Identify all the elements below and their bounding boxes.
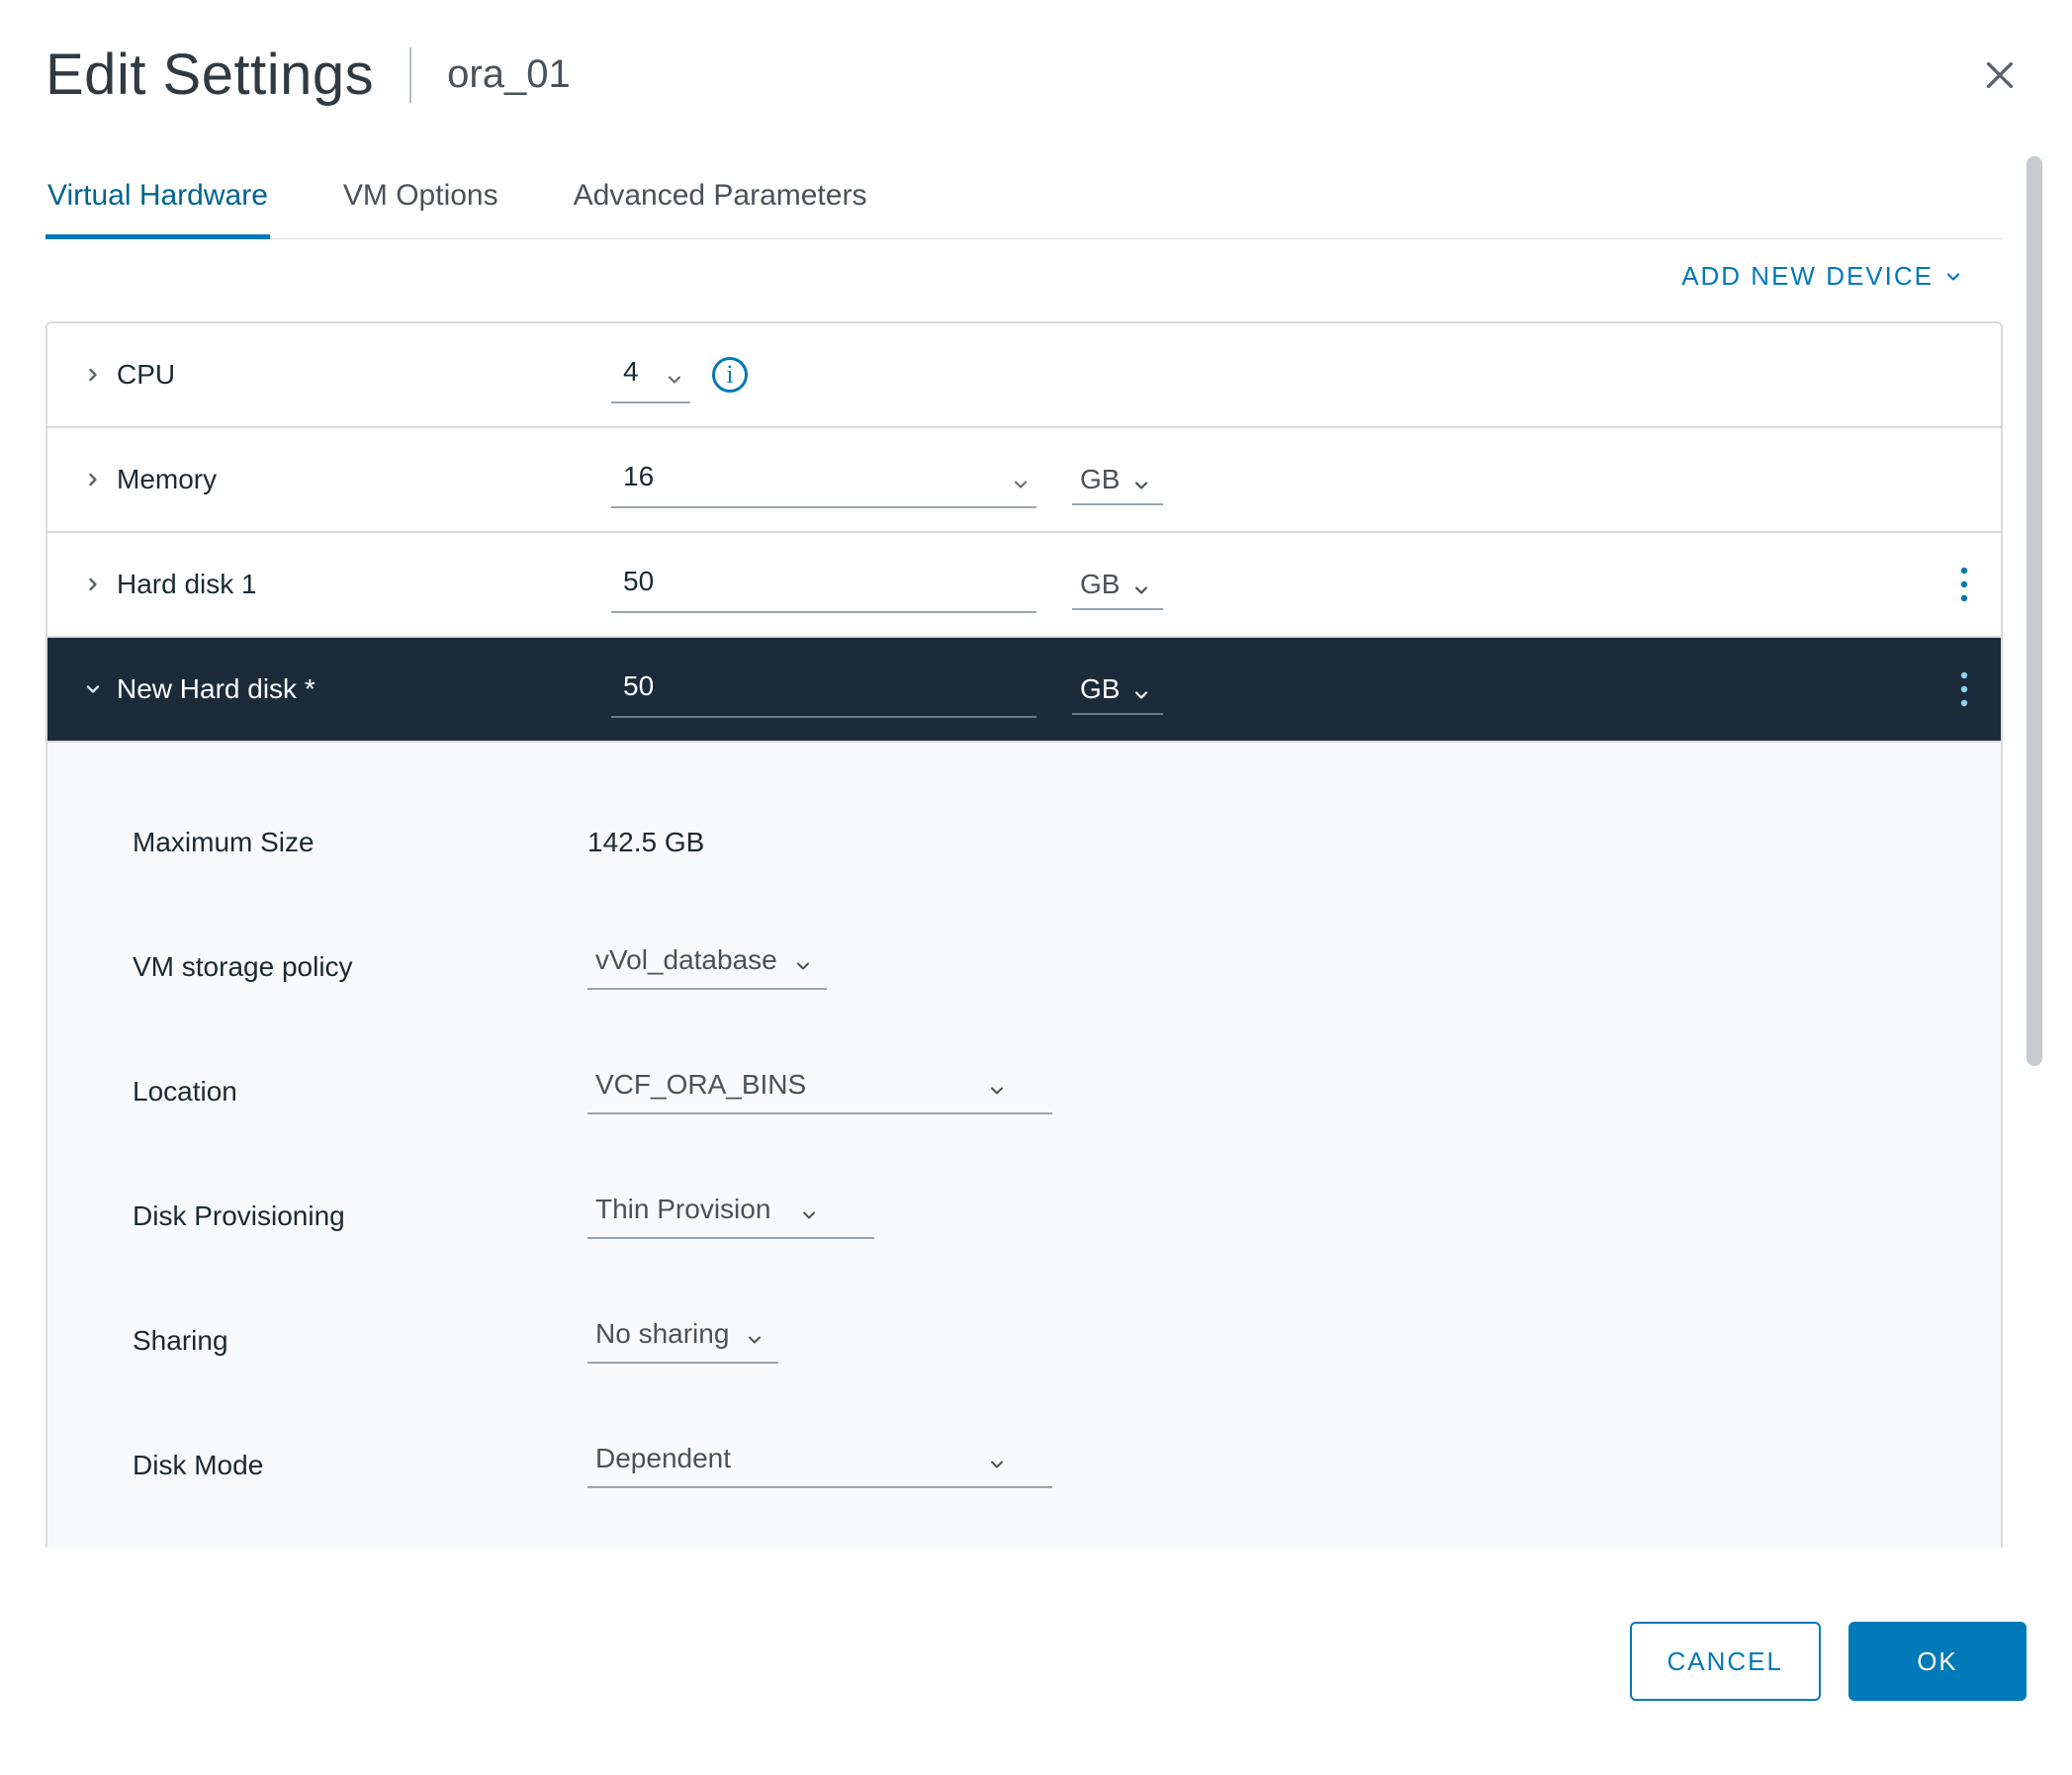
kebab-icon bbox=[1959, 565, 1969, 604]
chevron-right-icon bbox=[83, 575, 103, 594]
new-hdd-unit-select[interactable]: GB bbox=[1072, 664, 1163, 715]
maximum-size-label: Maximum Size bbox=[133, 827, 587, 858]
cpu-label: CPU bbox=[117, 359, 611, 391]
add-new-device-label: ADD NEW DEVICE bbox=[1681, 261, 1934, 292]
hdd1-actions[interactable] bbox=[1959, 565, 1969, 604]
storage-policy-select[interactable]: vVol_database bbox=[587, 944, 827, 990]
storage-policy-value: vVol_database bbox=[595, 944, 777, 976]
location-label: Location bbox=[133, 1076, 587, 1108]
detail-storage-policy: VM storage policy vVol_database bbox=[133, 905, 1934, 1029]
chevron-down-icon bbox=[987, 1455, 1007, 1474]
maximum-size-value: 142.5 GB bbox=[587, 827, 704, 858]
info-icon[interactable]: i bbox=[712, 357, 748, 393]
toolbar: ADD NEW DEVICE bbox=[45, 239, 2003, 321]
sharing-value: No sharing bbox=[595, 1318, 729, 1350]
sharing-select[interactable]: No sharing bbox=[587, 1318, 778, 1364]
chevron-down-icon bbox=[1943, 267, 1963, 287]
chevron-down-icon bbox=[987, 1081, 1007, 1101]
chevron-right-icon bbox=[83, 470, 103, 489]
collapse-new-hdd[interactable] bbox=[77, 673, 109, 705]
disk-mode-value: Dependent bbox=[595, 1443, 971, 1474]
disk-mode-select[interactable]: Dependent bbox=[587, 1443, 1052, 1488]
expand-memory[interactable] bbox=[77, 464, 109, 495]
title-divider bbox=[409, 47, 411, 103]
dialog-header: Edit Settings ora_01 bbox=[0, 0, 2072, 118]
tabs: Virtual Hardware VM Options Advanced Par… bbox=[45, 163, 2003, 239]
row-hard-disk-1: Hard disk 1 GB bbox=[47, 533, 2001, 638]
location-value: VCF_ORA_BINS bbox=[595, 1069, 971, 1101]
disk-provisioning-value: Thin Provision bbox=[595, 1194, 783, 1225]
chevron-down-icon bbox=[793, 956, 813, 976]
close-icon bbox=[1983, 58, 2017, 92]
detail-location: Location VCF_ORA_BINS bbox=[133, 1029, 1934, 1154]
hdd1-unit: GB bbox=[1080, 569, 1120, 600]
memory-label: Memory bbox=[117, 464, 611, 495]
new-hdd-input[interactable] bbox=[611, 661, 1036, 718]
cpu-select[interactable] bbox=[611, 346, 690, 403]
memory-value-wrap[interactable] bbox=[611, 451, 1036, 508]
chevron-down-icon bbox=[1131, 685, 1151, 705]
dialog-context-name: ora_01 bbox=[447, 52, 571, 97]
tab-virtual-hardware[interactable]: Virtual Hardware bbox=[45, 163, 270, 238]
chevron-down-icon bbox=[745, 1330, 765, 1350]
new-hdd-actions[interactable] bbox=[1959, 669, 1969, 709]
row-new-hard-disk: New Hard disk * GB bbox=[47, 638, 2001, 743]
hdd1-unit-select[interactable]: GB bbox=[1072, 559, 1163, 610]
kebab-icon bbox=[1959, 669, 1969, 709]
location-select[interactable]: VCF_ORA_BINS bbox=[587, 1069, 1052, 1114]
tab-advanced-parameters[interactable]: Advanced Parameters bbox=[572, 163, 869, 238]
expand-cpu[interactable] bbox=[77, 359, 109, 391]
scroll-area: Virtual Hardware VM Options Advanced Par… bbox=[45, 163, 2003, 1548]
chevron-down-icon bbox=[1131, 580, 1151, 600]
tab-vm-options[interactable]: VM Options bbox=[341, 163, 500, 238]
new-hdd-unit: GB bbox=[1080, 673, 1120, 705]
storage-policy-label: VM storage policy bbox=[133, 951, 587, 983]
detail-sharing: Sharing No sharing bbox=[133, 1279, 1934, 1403]
add-new-device-button[interactable]: ADD NEW DEVICE bbox=[1681, 261, 1963, 292]
chevron-down-icon bbox=[799, 1205, 819, 1225]
detail-disk-mode: Disk Mode Dependent bbox=[133, 1403, 1934, 1528]
chevron-down-icon bbox=[1131, 476, 1151, 495]
expand-hdd1[interactable] bbox=[77, 569, 109, 600]
sharing-label: Sharing bbox=[133, 1325, 587, 1357]
row-memory: Memory GB bbox=[47, 428, 2001, 533]
detail-disk-provisioning: Disk Provisioning Thin Provision bbox=[133, 1154, 1934, 1279]
hdd1-input[interactable] bbox=[611, 556, 1036, 613]
memory-input[interactable] bbox=[611, 451, 1036, 508]
memory-unit: GB bbox=[1080, 464, 1120, 495]
scrollbar[interactable] bbox=[2027, 156, 2042, 1548]
cpu-value[interactable] bbox=[611, 346, 690, 403]
hdd1-value-wrap bbox=[611, 556, 1036, 613]
chevron-right-icon bbox=[83, 365, 103, 385]
detail-max-size: Maximum Size 142.5 GB bbox=[133, 780, 1934, 905]
disk-provisioning-select[interactable]: Thin Provision bbox=[587, 1194, 874, 1239]
dialog-footer: CANCEL OK bbox=[0, 1587, 2072, 1775]
hdd1-label: Hard disk 1 bbox=[117, 569, 611, 600]
scrollbar-thumb[interactable] bbox=[2027, 156, 2042, 1066]
new-hdd-details: Maximum Size 142.5 GB VM storage policy … bbox=[47, 743, 2001, 1548]
cancel-button[interactable]: CANCEL bbox=[1630, 1622, 1821, 1701]
new-hdd-label: New Hard disk * bbox=[117, 673, 611, 705]
edit-settings-dialog: Edit Settings ora_01 Virtual Hardware VM… bbox=[0, 0, 2072, 1775]
hardware-panel: CPU i Memory bbox=[45, 321, 2003, 1548]
close-button[interactable] bbox=[1983, 58, 2017, 92]
new-hdd-value-wrap bbox=[611, 661, 1036, 718]
disk-mode-label: Disk Mode bbox=[133, 1450, 587, 1481]
memory-unit-select[interactable]: GB bbox=[1072, 454, 1163, 505]
disk-provisioning-label: Disk Provisioning bbox=[133, 1200, 587, 1232]
chevron-down-icon bbox=[83, 679, 103, 699]
row-cpu: CPU i bbox=[47, 323, 2001, 428]
dialog-title: Edit Settings bbox=[45, 42, 374, 108]
ok-button[interactable]: OK bbox=[1848, 1622, 2027, 1701]
